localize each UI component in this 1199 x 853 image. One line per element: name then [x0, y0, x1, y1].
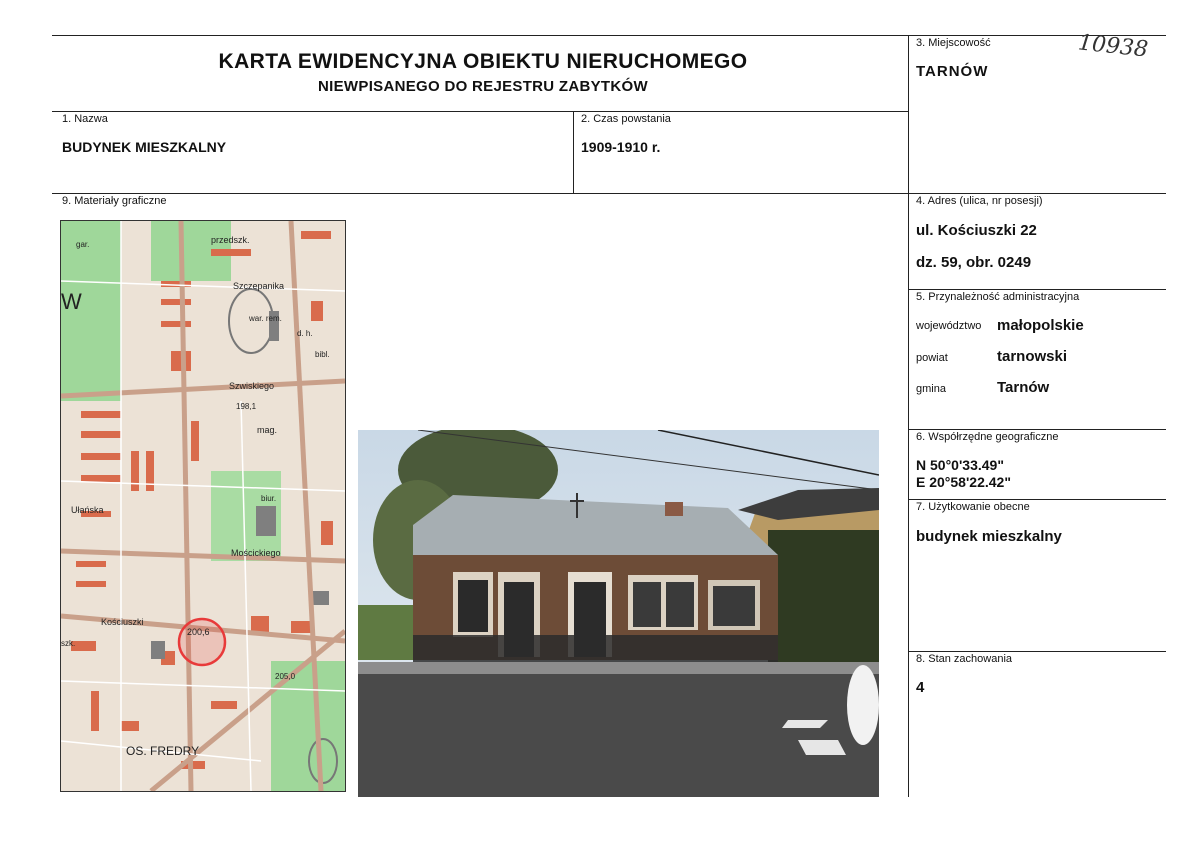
- field-date-label: 2. Czas powstania: [581, 113, 671, 125]
- top-border-line: [52, 35, 1166, 36]
- county-label: powiat: [916, 352, 948, 364]
- usage-bottom-line: [908, 651, 1166, 652]
- county-value: tarnowski: [997, 348, 1068, 365]
- field-coords-label: 6. Współrzędne geograficzne: [916, 431, 1059, 443]
- field-address-label: 4. Adres (ulica, nr posesji): [916, 195, 1043, 207]
- field-graphics-label: 9. Materiały graficzne: [62, 195, 167, 207]
- field-condition-label: 8. Stan zachowania: [916, 653, 1013, 665]
- location-map: W przedszk. Szczepanika war. rem. Szwisk…: [60, 220, 346, 792]
- field-date-value: 1909-1910 r.: [581, 139, 661, 155]
- street: [358, 674, 879, 797]
- photo-drawing: [358, 430, 879, 797]
- window-1: [458, 580, 488, 632]
- field-address-street: ul. Kościuszki 22: [916, 222, 1037, 239]
- header-bottom-line: [52, 111, 908, 112]
- field-name-label: 1. Nazwa: [62, 113, 108, 125]
- map-marker-label: 200,6: [187, 627, 210, 637]
- crosswalk-1: [782, 720, 828, 728]
- front-fence: [413, 635, 778, 665]
- field-condition-value: 4: [916, 679, 925, 696]
- coords-bottom-line: [908, 499, 1166, 500]
- field-usage-label: 7. Użytkowanie obecne: [916, 501, 1030, 513]
- map-label-przedszk: przedszk.: [211, 235, 250, 245]
- parked-car: [847, 665, 879, 745]
- map-label-ulanska: Ułańska: [71, 505, 104, 515]
- field-admin-label: 5. Przynależność administracyjna: [916, 291, 1080, 303]
- map-label-mag: mag.: [257, 425, 277, 435]
- map-label-fredry: OS. FREDRY: [126, 744, 199, 758]
- chimney: [665, 502, 683, 516]
- field-name-value: BUDYNEK MIESZKALNY: [62, 139, 227, 155]
- row2-bottom-line: [52, 193, 1166, 194]
- map-label-szwiskiego: Szwiskiego: [229, 381, 274, 391]
- sidewalk: [358, 662, 879, 674]
- map-label-bibl: bibl.: [315, 350, 330, 359]
- field-locality-value: TARNÓW: [916, 63, 989, 80]
- map-label-war-rem: war. rem.: [248, 314, 282, 323]
- map-label-dh: d. h.: [297, 329, 313, 338]
- address-bottom-line: [908, 289, 1166, 290]
- field-locality-label: 3. Miejscowość: [916, 37, 991, 49]
- window-3: [713, 586, 755, 626]
- commune-label: gmina: [916, 383, 946, 395]
- map-label-elev2: 205,0: [275, 672, 296, 681]
- latitude-value: N 50°0'33.49": [916, 457, 1004, 473]
- hedge-right: [768, 530, 879, 670]
- building-photo: [358, 430, 879, 797]
- voivodeship-value: małopolskie: [997, 317, 1084, 334]
- map-label-gar: gar.: [76, 240, 89, 249]
- cross-icon: [576, 493, 578, 518]
- cross-bar: [570, 500, 584, 502]
- document-subtitle: NIEWPISANEGO DO REJESTRU ZABYTKÓW: [318, 78, 648, 95]
- map-label-w: W: [61, 289, 82, 314]
- admin-bottom-line: [908, 429, 1166, 430]
- map-label-szczepanika: Szczepanika: [233, 281, 284, 291]
- garden-left: [358, 605, 413, 660]
- window-2a: [633, 582, 661, 627]
- window-2b: [666, 582, 694, 627]
- right-column-divider: [908, 35, 909, 797]
- map-label-szk: szk.: [61, 639, 75, 648]
- name-date-divider: [573, 111, 574, 193]
- map-drawing: W przedszk. Szczepanika war. rem. Szwisk…: [61, 221, 345, 791]
- crosswalk-2: [798, 740, 846, 755]
- document-title: KARTA EWIDENCYJNA OBIEKTU NIERUCHOMEGO: [218, 50, 748, 73]
- map-label-kosciuszki: Kościuszki: [101, 617, 144, 627]
- field-usage-value: budynek mieszkalny: [916, 528, 1062, 545]
- location-marker: [177, 617, 227, 667]
- field-address-plot: dz. 59, obr. 0249: [916, 254, 1032, 271]
- map-label-elev1: 198,1: [236, 402, 257, 411]
- voivodeship-label: województwo: [916, 320, 982, 332]
- map-label-moscickiego: Mościckiego: [231, 548, 281, 558]
- longitude-value: E 20°58'22.42": [916, 474, 1011, 490]
- map-label-biur: biur.: [261, 494, 276, 503]
- commune-value: Tarnów: [997, 379, 1050, 396]
